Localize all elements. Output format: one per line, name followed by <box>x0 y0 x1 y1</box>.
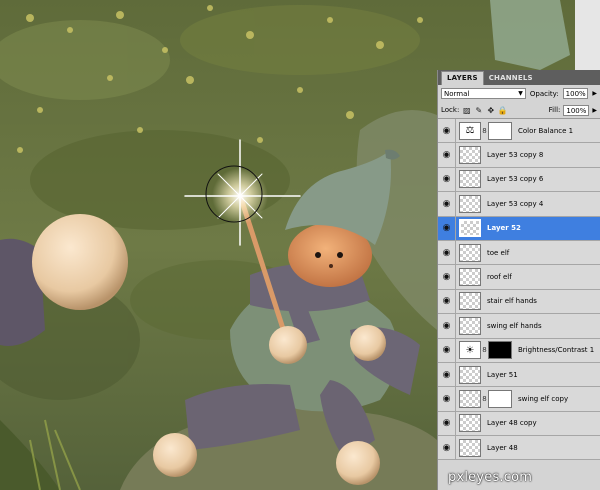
eye-icon[interactable]: ◉ <box>438 240 456 265</box>
opacity-arrow-icon[interactable]: ▶ <box>592 90 597 97</box>
balance-icon: ⚖ <box>459 121 481 140</box>
layer-row[interactable]: ◉ toe elf <box>438 240 600 266</box>
layer-row[interactable]: ◉ Layer 53 copy 8 <box>438 143 600 168</box>
fill-field[interactable]: 100% <box>563 104 590 116</box>
sun-icon: ☀ <box>459 341 481 360</box>
layer-mask-thumbnail[interactable] <box>488 121 512 140</box>
layer-name: Layer 53 copy 4 <box>487 199 544 208</box>
eye-icon[interactable]: ◉ <box>438 167 456 192</box>
layer-row-selected[interactable]: ◉ Layer 52 <box>438 216 600 241</box>
layer-row[interactable]: ◉ Layer 48 <box>438 436 600 461</box>
layer-name: Color Balance 1 <box>518 126 574 135</box>
eye-icon[interactable]: ◉ <box>438 119 456 143</box>
layer-thumbnail <box>459 365 481 384</box>
layer-row[interactable]: ◉ ⚖ 8 Color Balance 1 <box>438 119 600 144</box>
eye-icon[interactable]: ◉ <box>438 362 456 387</box>
layer-name: swing elf hands <box>487 321 542 330</box>
chevron-down-icon: ▼ <box>518 90 523 97</box>
layer-thumbnail <box>459 438 481 457</box>
layer-row[interactable]: ◉ Layer 53 copy 4 <box>438 192 600 217</box>
layer-name: stair elf hands <box>487 297 537 306</box>
layer-thumbnail <box>459 243 481 262</box>
lock-label: Lock: <box>441 106 460 114</box>
blend-mode-value: Normal <box>444 89 470 98</box>
lock-row: Lock: ▨ ✎ ✥ 🔒 Fill: 100% ▶ <box>438 102 600 119</box>
layer-thumbnail <box>459 316 481 335</box>
layer-row[interactable]: ◉ roof elf <box>438 265 600 290</box>
layer-name: Layer 48 <box>487 443 518 452</box>
screenshot: LAYERS CHANNELS Normal ▼ Opacity: 100% ▶… <box>0 0 600 490</box>
layer-row[interactable]: ◉ swing elf hands <box>438 314 600 339</box>
tab-layers[interactable]: LAYERS <box>441 71 484 85</box>
layer-thumbnail <box>459 292 481 311</box>
eye-icon[interactable]: ◉ <box>438 216 456 240</box>
layer-row[interactable]: ◉ Layer 53 copy 6 <box>438 167 600 193</box>
layer-mask-thumbnail[interactable] <box>488 389 512 408</box>
panel-tabs: LAYERS CHANNELS <box>438 70 600 85</box>
link-icon: 8 <box>482 394 487 403</box>
layer-name: roof elf <box>487 273 512 282</box>
layer-row[interactable]: ◉ Layer 48 copy <box>438 411 600 437</box>
eye-icon[interactable]: ◉ <box>438 411 456 436</box>
layer-thumbnail <box>459 414 481 433</box>
layer-name: Layer 52 <box>487 224 521 233</box>
layer-name: toe elf <box>487 248 510 257</box>
layer-thumbnail <box>459 170 481 189</box>
eye-icon[interactable]: ◉ <box>438 143 456 167</box>
layer-row[interactable]: ◉ Layer 51 <box>438 362 600 388</box>
fill-arrow-icon[interactable]: ▶ <box>592 107 597 114</box>
layer-thumbnail <box>459 219 481 238</box>
link-icon: 8 <box>482 346 487 355</box>
watermark: pxleyes.com <box>448 470 533 485</box>
opacity-field[interactable]: 100% <box>562 88 589 99</box>
layer-row[interactable]: ◉ 8 swing elf copy <box>438 387 600 412</box>
eye-icon[interactable]: ◉ <box>438 436 456 460</box>
layer-row[interactable]: ◉ stair elf hands <box>438 289 600 315</box>
blend-mode-dropdown[interactable]: Normal ▼ <box>441 88 526 99</box>
layers-panel: LAYERS CHANNELS Normal ▼ Opacity: 100% ▶… <box>437 70 600 490</box>
blend-row: Normal ▼ Opacity: 100% ▶ <box>438 85 600 102</box>
eye-icon[interactable]: ◉ <box>438 192 456 216</box>
eye-icon[interactable]: ◉ <box>438 387 456 411</box>
layer-name: Layer 48 copy <box>487 419 537 428</box>
layer-thumbnail <box>459 194 481 213</box>
tab-channels[interactable]: CHANNELS <box>484 72 538 85</box>
opacity-label: Opacity: <box>529 89 559 98</box>
layer-name: Brightness/Contrast 1 <box>518 346 595 355</box>
layer-thumbnail <box>459 268 481 287</box>
eye-icon[interactable]: ◉ <box>438 289 456 314</box>
layer-thumbnail <box>459 146 481 165</box>
fill-label: Fill: <box>548 106 561 114</box>
lock-transparency-icon[interactable]: ▨ <box>462 106 471 115</box>
eye-icon[interactable]: ◉ <box>438 338 456 362</box>
layer-name: Layer 51 <box>487 370 518 379</box>
layer-thumbnail <box>459 389 481 408</box>
layer-row[interactable]: ◉ ☀ 8 Brightness/Contrast 1 <box>438 338 600 363</box>
layer-name: swing elf copy <box>518 394 569 403</box>
layer-list: ◉ ⚖ 8 Color Balance 1 ◉ Layer 53 copy 8 … <box>438 119 600 461</box>
link-icon: 8 <box>482 126 487 135</box>
layer-mask-thumbnail[interactable] <box>488 341 512 360</box>
layer-name: Layer 53 copy 6 <box>487 175 544 184</box>
lock-all-icon[interactable]: 🔒 <box>498 106 508 115</box>
eye-icon[interactable]: ◉ <box>438 314 456 338</box>
layer-name: Layer 53 copy 8 <box>487 151 544 160</box>
eye-icon[interactable]: ◉ <box>438 265 456 289</box>
lock-pixels-icon[interactable]: ✎ <box>474 106 483 115</box>
lock-position-icon[interactable]: ✥ <box>486 106 495 115</box>
